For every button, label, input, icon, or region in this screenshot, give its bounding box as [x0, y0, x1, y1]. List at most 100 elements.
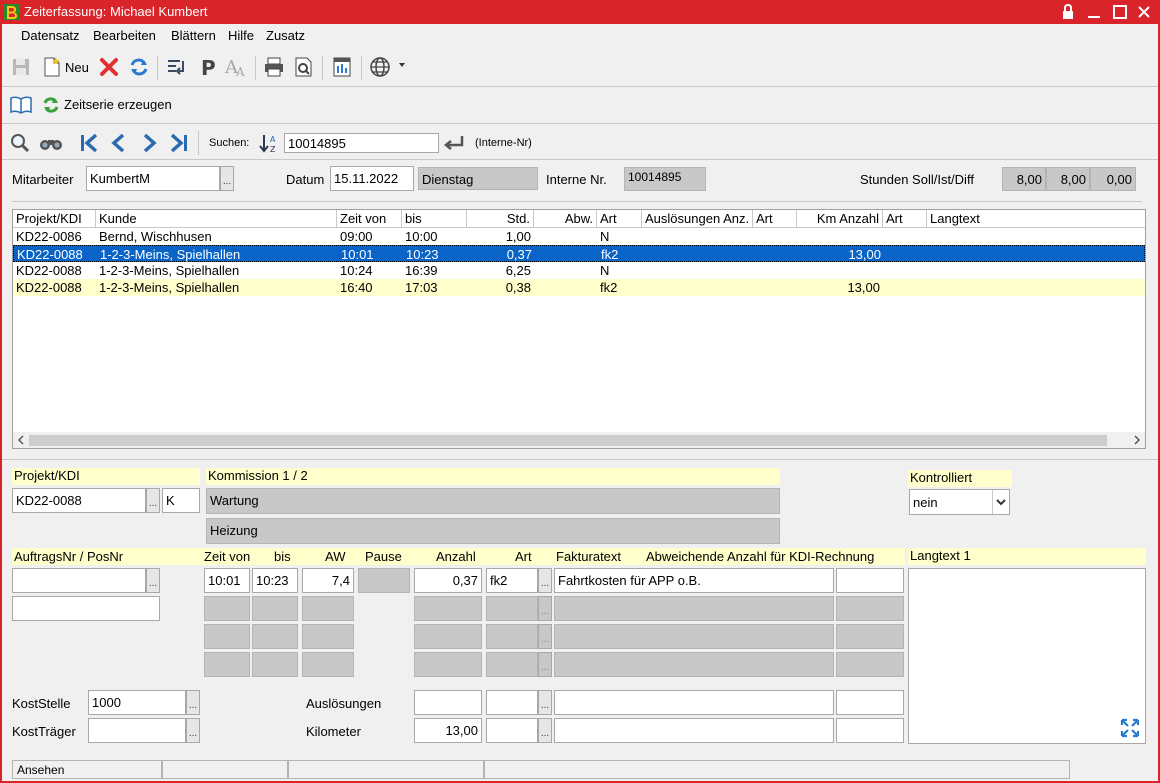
col-header-kunde[interactable]: Kunde — [96, 210, 337, 228]
art-field[interactable]: fk2 — [486, 568, 538, 593]
koststelle-field[interactable]: 1000 — [88, 690, 186, 715]
minimize-icon[interactable] — [1084, 2, 1104, 22]
cell-kunde: 1-2-3-Meins, Spielhallen — [100, 247, 241, 262]
menu-bearbeiten[interactable]: Bearbeiten — [93, 28, 156, 43]
scrollbar-thumb[interactable] — [29, 435, 1107, 446]
print-icon[interactable] — [262, 55, 286, 79]
lock-icon[interactable] — [1058, 2, 1078, 22]
ausloesungen-anzahl-field[interactable] — [414, 690, 482, 715]
chevron-down-icon[interactable] — [992, 490, 1009, 514]
scroll-left-icon[interactable] — [16, 435, 26, 445]
table-row-selected[interactable]: KD22-0088 1-2-3-Meins, Spielhallen 10:01… — [13, 245, 1145, 262]
anzahl-label: Anzahl — [436, 549, 476, 564]
abweichend-field[interactable] — [836, 568, 904, 593]
horizontal-scrollbar[interactable] — [13, 432, 1145, 448]
binoculars-icon[interactable] — [38, 133, 64, 153]
col-header-ausloesungen[interactable]: Auslösungen Anz. — [642, 210, 753, 228]
col-header-art-2[interactable]: Art — [753, 210, 797, 228]
first-record-icon[interactable] — [78, 132, 100, 154]
date-field[interactable]: 15.11.2022 — [330, 166, 414, 191]
fakturatext-field-3 — [554, 624, 834, 649]
menu-blaettern[interactable]: Blättern — [171, 28, 216, 43]
kosttraeger-field[interactable] — [88, 718, 186, 743]
table-row[interactable]: KD22-0088 1-2-3-Meins, Spielhallen 16:40… — [13, 279, 1145, 296]
employee-field[interactable]: KumbertM — [86, 166, 220, 191]
bis-field[interactable]: 10:23 — [252, 568, 298, 593]
projekt-lookup-button[interactable]: ... — [146, 488, 160, 513]
table-row[interactable]: KD22-0086 Bernd, Wischhusen 09:00 10:00 … — [13, 228, 1145, 245]
create-series-button[interactable]: Zeitserie erzeugen — [64, 97, 172, 112]
menu-hilfe[interactable]: Hilfe — [228, 28, 254, 43]
report-icon[interactable] — [330, 55, 354, 79]
art-lookup-button[interactable]: ... — [538, 568, 552, 593]
close-icon[interactable] — [1134, 2, 1154, 22]
delete-icon[interactable] — [97, 55, 121, 79]
cell-bis: 10:00 — [405, 229, 438, 244]
save-icon[interactable] — [9, 55, 33, 79]
col-header-projekt[interactable]: Projekt/KDI — [13, 210, 96, 228]
refresh-icon[interactable] — [127, 55, 151, 79]
col-header-abw[interactable]: Abw. — [534, 210, 597, 228]
kilometer-art-field[interactable] — [486, 718, 538, 743]
search-input[interactable]: 10014895 — [284, 133, 439, 153]
next-record-icon[interactable] — [138, 132, 160, 154]
cell-projekt: KD22-0088 — [16, 263, 82, 278]
sort-az-icon[interactable]: AZ — [258, 132, 280, 154]
auftrag-lookup-button[interactable]: ... — [146, 568, 160, 593]
font-style-icon[interactable]: AA — [224, 55, 248, 79]
list-return-icon[interactable] — [165, 55, 189, 79]
cell-km: 13,00 — [848, 247, 881, 262]
last-record-icon[interactable] — [168, 132, 190, 154]
koststelle-lookup-button[interactable]: ... — [186, 690, 200, 715]
previous-record-icon[interactable] — [108, 132, 130, 154]
search-icon[interactable] — [9, 132, 31, 154]
table-row[interactable]: KD22-0088 1-2-3-Meins, Spielhallen 10:24… — [13, 262, 1145, 279]
col-header-bis[interactable]: bis — [402, 210, 467, 228]
menu-datensatz[interactable]: Datensatz — [21, 28, 80, 43]
anzahl-field[interactable]: 0,37 — [414, 568, 482, 593]
ausloesungen-text-field[interactable] — [554, 690, 834, 715]
fakturatext-field[interactable]: Fahrtkosten für APP o.B. — [554, 568, 834, 593]
search-hint: (Interne-Nr) — [475, 137, 532, 149]
col-header-std[interactable]: Std. — [467, 210, 534, 228]
kilometer-abweichend-field[interactable] — [836, 718, 904, 743]
ausloesungen-art-lookup-button[interactable]: ... — [538, 690, 552, 715]
kilometer-art-lookup-button[interactable]: ... — [538, 718, 552, 743]
aw-field[interactable]: 7,4 — [302, 568, 354, 593]
auftrag-field[interactable] — [12, 568, 146, 593]
col-header-km-anzahl[interactable]: Km Anzahl — [797, 210, 883, 228]
projekt-label: Projekt/KDI — [12, 468, 200, 485]
langtext-field[interactable] — [908, 568, 1146, 744]
projekt-field[interactable]: KD22-0088 — [12, 488, 146, 513]
series-refresh-icon[interactable] — [41, 95, 61, 115]
employee-lookup-button[interactable]: ... — [220, 166, 234, 191]
col-header-langtext[interactable]: Langtext — [927, 210, 1145, 228]
menu-zusatz[interactable]: Zusatz — [266, 28, 305, 43]
ausloesungen-abweichend-field[interactable] — [836, 690, 904, 715]
kommission-2-field: Heizung — [206, 518, 780, 544]
new-button[interactable]: Neu — [65, 60, 89, 75]
expand-icon[interactable] — [1120, 718, 1140, 738]
print-preview-icon[interactable] — [292, 55, 316, 79]
enter-icon[interactable] — [442, 133, 466, 153]
col-header-zeit-von[interactable]: Zeit von — [337, 210, 402, 228]
col-header-art-3[interactable]: Art — [883, 210, 927, 228]
scroll-right-icon[interactable] — [1132, 435, 1142, 445]
book-icon[interactable] — [9, 95, 33, 115]
projekt-type-field[interactable]: K — [162, 488, 200, 513]
parking-icon[interactable]: P — [196, 55, 220, 79]
globe-icon[interactable] — [368, 55, 392, 79]
posnr-field[interactable] — [12, 596, 160, 621]
kosttraeger-lookup-button[interactable]: ... — [186, 718, 200, 743]
chevron-down-icon[interactable] — [398, 61, 406, 69]
col-header-art[interactable]: Art — [597, 210, 642, 228]
zeit-von-field[interactable]: 10:01 — [204, 568, 250, 593]
maximize-icon[interactable] — [1110, 2, 1130, 22]
new-document-icon[interactable] — [40, 55, 64, 79]
toolbar-separator — [361, 56, 362, 80]
toolbar-divider — [2, 86, 1158, 87]
kilometer-text-field[interactable] — [554, 718, 834, 743]
ausloesungen-art-field[interactable] — [486, 690, 538, 715]
time-entries-table[interactable]: Projekt/KDI Kunde Zeit von bis Std. Abw.… — [12, 209, 1146, 449]
kilometer-anzahl-field[interactable]: 13,00 — [414, 718, 482, 743]
